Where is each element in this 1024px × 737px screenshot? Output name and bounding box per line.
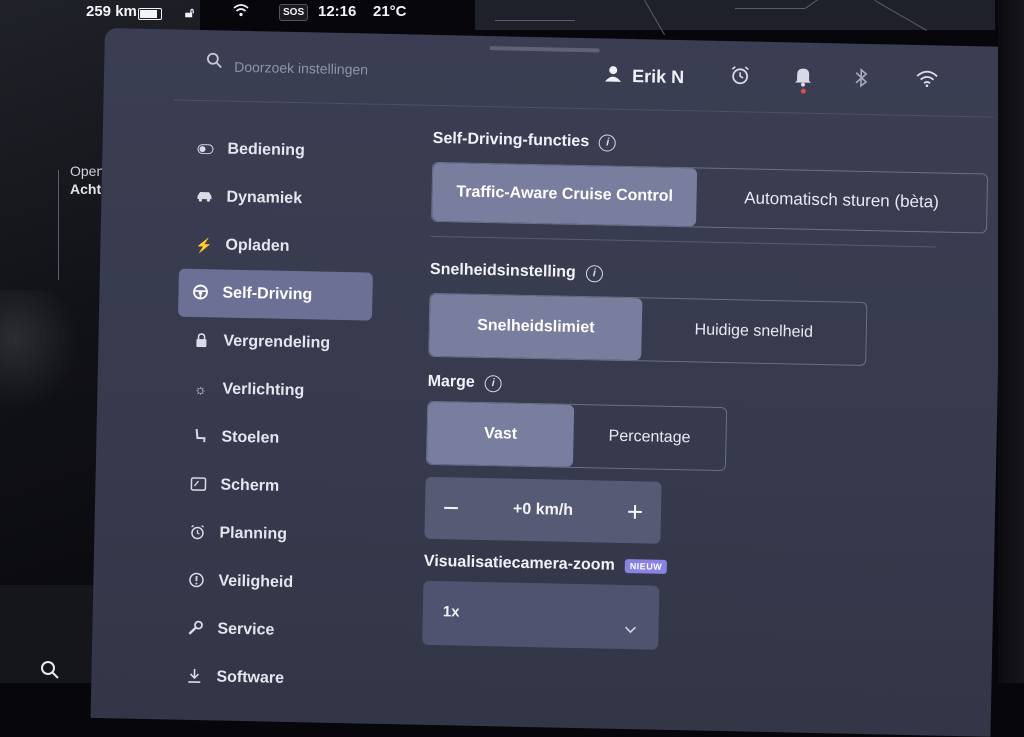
seat-icon — [191, 427, 207, 446]
trunk-indicator-line — [58, 170, 59, 280]
wifi-icon — [233, 3, 249, 20]
sidebar-item-bediening[interactable]: Bediening — [167, 124, 383, 176]
sidebar-item-label: Vergrendeling — [223, 332, 331, 352]
sidebar-item-verlichting[interactable]: ☼ Verlichting — [162, 364, 378, 416]
sidebar-item-planning[interactable]: Planning — [159, 508, 375, 560]
sidebar-item-veiligheid[interactable]: Veiligheid — [158, 556, 374, 608]
sidebar-item-label: Opladen — [225, 236, 290, 255]
option-huidige-snelheid[interactable]: Huidige snelheid — [641, 298, 866, 365]
sidebar-item-opladen[interactable]: ⚡ Opladen — [165, 220, 381, 272]
search-icon[interactable] — [40, 660, 60, 686]
section-title-text: Snelheidsinstelling — [429, 260, 576, 281]
user-name: Erik N — [631, 66, 685, 88]
decrease-button[interactable]: − — [439, 492, 464, 524]
sidebar-item-scherm[interactable]: Scherm — [160, 460, 376, 512]
section-title-text: Self-Driving-functies — [432, 129, 590, 151]
self-driving-settings: Self-Driving-functies i Traffic-Aware Cr… — [422, 130, 989, 656]
toggle-icon — [197, 141, 214, 157]
sidebar-item-self-driving[interactable]: Self-Driving — [177, 268, 373, 321]
settings-panel: Doorzoek instellingen Erik N Bediening D… — [90, 28, 1005, 737]
car-icon — [196, 189, 212, 205]
increase-button[interactable]: + — [623, 496, 648, 528]
sidebar-item-service[interactable]: Service — [157, 604, 373, 656]
sidebar-item-vergrendeling[interactable]: Vergrendeling — [163, 316, 379, 368]
wifi-signal-icon[interactable] — [916, 69, 938, 93]
alarm-icon — [189, 523, 205, 542]
option-percentage[interactable]: Percentage — [573, 405, 726, 470]
download-icon — [186, 667, 202, 686]
chevron-down-icon — [624, 623, 637, 637]
user-icon — [604, 64, 622, 87]
sidebar-item-dynamiek[interactable]: Dynamiek — [166, 172, 382, 224]
sidebar-item-label: Bediening — [227, 140, 305, 160]
section-divider — [430, 235, 936, 248]
margin-stepper: − +0 km/h + — [424, 476, 662, 544]
alarm-icon[interactable] — [730, 65, 751, 91]
section-title-text: Visualisatiecamera-zoom — [423, 552, 615, 574]
range-readout: 259 km — [86, 3, 137, 20]
search-icon[interactable] — [206, 52, 222, 73]
clock: 12:16 — [318, 3, 357, 20]
settings-sidebar: Bediening Dynamiek ⚡ Opladen Self-Drivin… — [156, 124, 383, 704]
option-automatisch-sturen[interactable]: Automatisch sturen (bèta) — [696, 168, 987, 232]
option-snelheidslimiet[interactable]: Snelheidslimiet — [429, 293, 643, 361]
wrench-icon — [187, 619, 203, 638]
sidebar-item-label: Veiligheid — [218, 572, 294, 592]
section-title-margin: Marge i — [427, 373, 947, 402]
info-icon[interactable]: i — [484, 374, 502, 392]
speed-setting-selector: Snelheidslimiet Huidige snelheid — [428, 292, 868, 367]
alert-circle-icon — [188, 571, 204, 590]
sidebar-item-label: Stoelen — [221, 428, 280, 447]
header-divider — [173, 99, 994, 118]
sidebar-item-label: Dynamiek — [226, 188, 303, 208]
section-title-self-driving: Self-Driving-functies i — [433, 130, 953, 159]
sidebar-item-label: Planning — [219, 524, 288, 543]
sidebar-item-label: Software — [216, 668, 285, 687]
section-title-speed-setting: Snelheidsinstelling i — [430, 261, 950, 290]
camera-zoom-value: 1x — [442, 603, 460, 621]
sidebar-item-stoelen[interactable]: Stoelen — [161, 412, 377, 464]
sidebar-item-label: Verlichting — [222, 380, 305, 400]
screen-icon — [190, 476, 207, 493]
car-image — [0, 290, 80, 410]
info-icon[interactable]: i — [599, 133, 617, 152]
drag-handle[interactable] — [489, 46, 600, 53]
outside-temperature: 21°C — [373, 3, 407, 20]
margin-value: +0 km/h — [512, 500, 574, 519]
section-title-text: Marge — [427, 372, 475, 391]
section-title-camera-zoom: Visualisatiecamera-zoom NIEUW — [424, 553, 944, 582]
option-traffic-aware-cruise-control[interactable]: Traffic-Aware Cruise Control — [432, 162, 698, 227]
map-background — [475, 0, 995, 36]
info-icon[interactable]: i — [585, 264, 603, 282]
sidebar-item-label: Self-Driving — [222, 284, 313, 304]
bolt-icon: ⚡ — [195, 236, 214, 253]
sos-button[interactable]: SOS — [279, 4, 309, 21]
screen-bezel — [998, 0, 1024, 683]
notification-dot — [800, 88, 806, 94]
option-vast[interactable]: Vast — [426, 401, 575, 467]
new-badge: NIEUW — [624, 559, 668, 574]
sun-icon: ☼ — [193, 380, 208, 398]
battery-icon — [138, 8, 162, 20]
margin-type-selector: Vast Percentage — [425, 400, 728, 472]
bluetooth-icon[interactable] — [854, 68, 869, 94]
settings-search-input[interactable]: Doorzoek instellingen — [234, 59, 368, 78]
lock-icon — [193, 332, 209, 349]
lock-icon[interactable]: 🔓︎ — [185, 4, 194, 21]
sidebar-item-label: Scherm — [220, 476, 280, 495]
camera-zoom-dropdown[interactable]: 1x — [422, 580, 660, 650]
steering-wheel-icon — [192, 283, 208, 302]
self-driving-mode-selector: Traffic-Aware Cruise Control Automatisch… — [431, 161, 989, 234]
sidebar-item-software[interactable]: Software — [156, 652, 372, 704]
user-profile-button[interactable]: Erik N — [604, 64, 684, 89]
sidebar-item-label: Service — [217, 620, 275, 639]
